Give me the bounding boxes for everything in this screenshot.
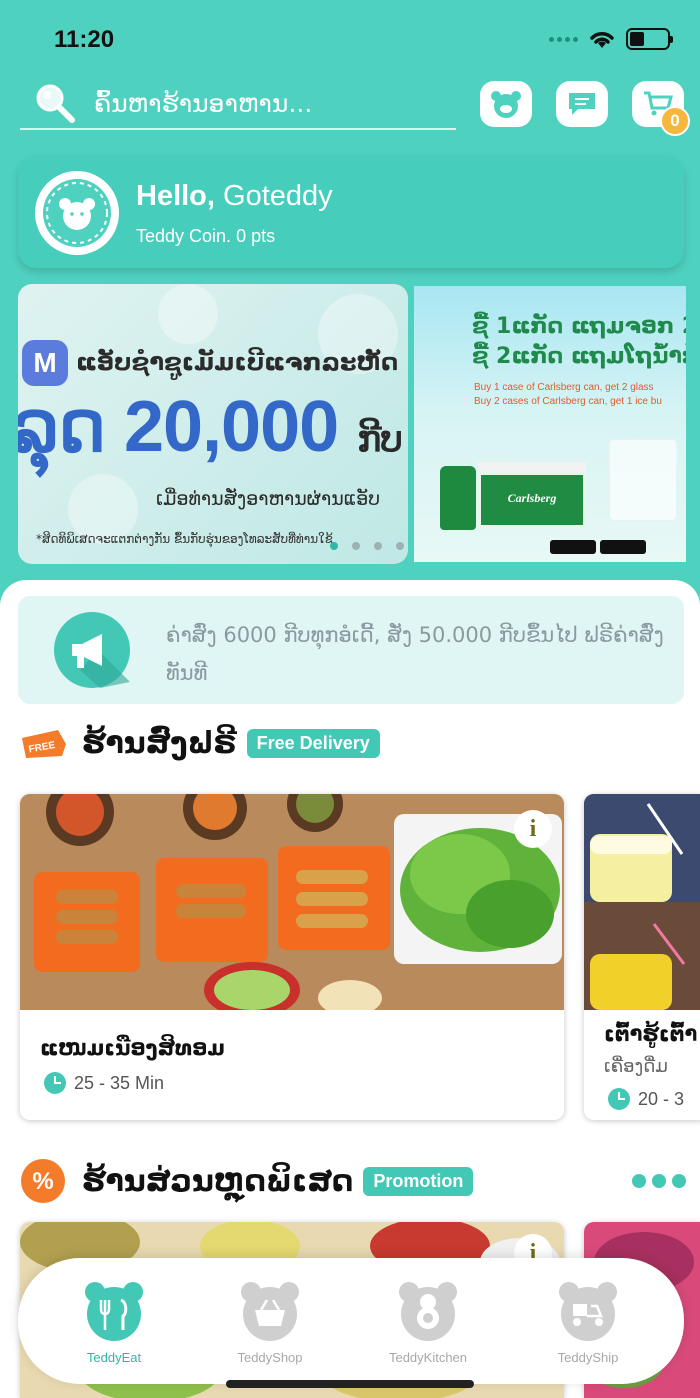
status-time: 11:20 bbox=[54, 26, 115, 53]
coin-label: Teddy Coin. bbox=[136, 226, 232, 246]
free-tag-icon: FREE bbox=[22, 729, 66, 758]
carlsberg-offer-1: ຊື້ 1ແກັດ ແຖມຈອກ 2 bbox=[472, 314, 686, 339]
greeting-hello: Hello, bbox=[136, 180, 215, 212]
restaurant-category: ເຄື່ອງດື່ມ bbox=[604, 1056, 668, 1077]
free-delivery-pill: Free Delivery bbox=[246, 729, 380, 758]
restaurant-name: ແໜມເນືອງສິທອມ bbox=[40, 1036, 225, 1060]
restaurant-name: ເຕົ້າຮູ້ເຕົ້າ bbox=[604, 1022, 698, 1046]
wifi-icon bbox=[590, 32, 614, 48]
message-button[interactable] bbox=[556, 81, 608, 127]
home-indicator bbox=[226, 1380, 474, 1388]
more-icon[interactable] bbox=[632, 1174, 686, 1188]
search-input[interactable]: ຄົ້ນຫາຮ້ານອາຫານ... bbox=[94, 89, 312, 118]
delivery-time: 20 - 3 bbox=[608, 1088, 684, 1110]
status-bar: 11:20 bbox=[0, 0, 700, 80]
carlsberg-sub-1: Buy 1 case of Carlsberg can, get 2 glass bbox=[474, 382, 654, 393]
battery-icon bbox=[626, 28, 673, 50]
promotion-title: ຮ້ານສ່ວນຫຼຸດພິເສດ bbox=[82, 1163, 354, 1199]
profile-card[interactable]: Hello, Goteddy Teddy Coin. 0 pts bbox=[18, 156, 684, 268]
nav-teddyshop[interactable]: TeddyShop bbox=[210, 1280, 330, 1365]
ice-bucket-image bbox=[608, 438, 678, 522]
promo-banner-carlsberg[interactable]: ຊື້ 1ແກັດ ແຖມຈອກ 2 ຊື້ 2ແກັດ ແຖມໂຖນ້ຳກ້ອ… bbox=[414, 286, 686, 562]
delivery-time-text: 25 - 35 Min bbox=[74, 1072, 165, 1093]
teddy-ship-icon bbox=[559, 1282, 617, 1341]
beer-crate-image: Carlsberg bbox=[478, 472, 586, 528]
banner-discount: ລຸດ 20,000 ກີບ bbox=[18, 384, 403, 468]
teddy-shop-icon bbox=[241, 1282, 299, 1341]
delivery-notice: ຄ່າສົ່ງ 6000 ກີບທຸກອໍເດີ້, ສັ່ງ 50.000 ກ… bbox=[18, 596, 684, 704]
nav-label: TeddyKitchen bbox=[388, 1350, 468, 1365]
search-bar[interactable]: ຄົ້ນຫາຮ້ານອາຫານ... bbox=[20, 78, 456, 130]
notice-text: ຄ່າສົ່ງ 6000 ກີບທຸກອໍເດີ້, ສັ່ງ 50.000 ກ… bbox=[166, 623, 664, 685]
percent-badge-icon: % bbox=[21, 1159, 65, 1203]
teddy-eat-icon bbox=[85, 1282, 143, 1341]
delivery-time: 25 - 35 Min bbox=[44, 1072, 164, 1094]
status-icons bbox=[549, 28, 673, 50]
coin-balance: Teddy Coin. 0 pts bbox=[136, 226, 275, 247]
free-delivery-title: ຮ້ານສົ່ງຟຣີ bbox=[82, 726, 237, 761]
teddy-kitchen-icon bbox=[399, 1282, 457, 1341]
banner-dot[interactable] bbox=[396, 542, 404, 550]
cart-count-badge: 0 bbox=[660, 106, 690, 136]
greeting: Hello, Goteddy bbox=[136, 180, 333, 213]
nav-teddyship[interactable]: TeddyShip bbox=[528, 1280, 648, 1365]
search-icon bbox=[36, 84, 75, 123]
percent-badge-text: % bbox=[32, 1168, 53, 1195]
info-icon[interactable]: i bbox=[514, 810, 552, 848]
restaurant-card[interactable]: ເຕົ້າຮູ້ເຕົ້າ ເຄື່ອງດື່ມ 20 - 3 bbox=[584, 794, 700, 1120]
banner-discount-unit: ກີບ bbox=[357, 418, 403, 459]
restaurant-image bbox=[20, 794, 564, 1010]
banner-dot[interactable] bbox=[374, 542, 382, 550]
banner-headline: ແອັບຊຳຊູເມັມເບີແຈກລະຫັດ bbox=[76, 348, 399, 376]
restaurant-image bbox=[584, 794, 700, 1010]
restaurant-card[interactable]: i ແໜມເນືອງສິທອມ 25 - 35 Min bbox=[20, 794, 564, 1120]
promotion-header: % ຮ້ານສ່ວນຫຼຸດພິເສດ Promotion bbox=[18, 1158, 474, 1204]
carlsberg-sub-2: Buy 2 cases of Carlsberg can, get 1 ice … bbox=[474, 396, 662, 407]
bottom-navigation: TeddyEat TeddyShop TeddyKitchen TeddyShi… bbox=[18, 1258, 684, 1384]
user-name: Goteddy bbox=[223, 180, 333, 212]
beer-can-image bbox=[440, 466, 476, 530]
teddy-bell-icon bbox=[491, 91, 521, 118]
banner-dot[interactable] bbox=[352, 542, 360, 550]
nav-label: TeddyEat bbox=[86, 1350, 142, 1365]
banner-footnote: *ສິດທິພິເສດຈະແຕກຕ່າງກັນ ຂຶ້ນກັບຮຸ່ນຂອງໂທ… bbox=[36, 532, 333, 546]
crate-brand: Carlsberg bbox=[507, 491, 557, 505]
nav-label: TeddyShop bbox=[237, 1350, 303, 1365]
nav-teddykitchen[interactable]: TeddyKitchen bbox=[368, 1280, 488, 1365]
promo-banner-main[interactable]: M ແອັບຊຳຊູເມັມເບີແຈກລະຫັດ ລຸດ 20,000 ກີບ… bbox=[18, 284, 408, 564]
member-logo-icon: M bbox=[22, 340, 68, 386]
carlsberg-offer-2: ຊື້ 2ແກັດ ແຖມໂຖນ້ຳກ້ອນ bbox=[472, 344, 686, 369]
banner-pagination[interactable] bbox=[330, 542, 404, 550]
promotion-pill: Promotion bbox=[363, 1166, 474, 1196]
clock-icon bbox=[608, 1088, 630, 1110]
free-delivery-header: FREE ຮ້ານສົ່ງຟຣີ Free Delivery bbox=[18, 726, 380, 761]
google-play-badge bbox=[600, 540, 646, 554]
nav-label: TeddyShip bbox=[557, 1350, 619, 1365]
coin-points: 0 pts bbox=[236, 226, 276, 246]
clock-icon bbox=[44, 1072, 66, 1094]
banner-discount-value: ລຸດ 20,000 bbox=[18, 387, 339, 467]
nav-teddyeat[interactable]: TeddyEat bbox=[54, 1280, 174, 1365]
teddy-coin-icon bbox=[35, 171, 119, 255]
chat-icon bbox=[569, 93, 595, 115]
delivery-time-text: 20 - 3 bbox=[638, 1088, 685, 1109]
signal-icon bbox=[549, 36, 578, 42]
megaphone-icon bbox=[54, 612, 130, 688]
banner-subline: ເມື່ອທ່ານສັ່ງອາຫານຜ່ານແອັບ bbox=[156, 488, 381, 510]
app-store-badge bbox=[550, 540, 596, 554]
banner-dot[interactable] bbox=[330, 542, 338, 550]
notification-button[interactable] bbox=[480, 81, 532, 127]
